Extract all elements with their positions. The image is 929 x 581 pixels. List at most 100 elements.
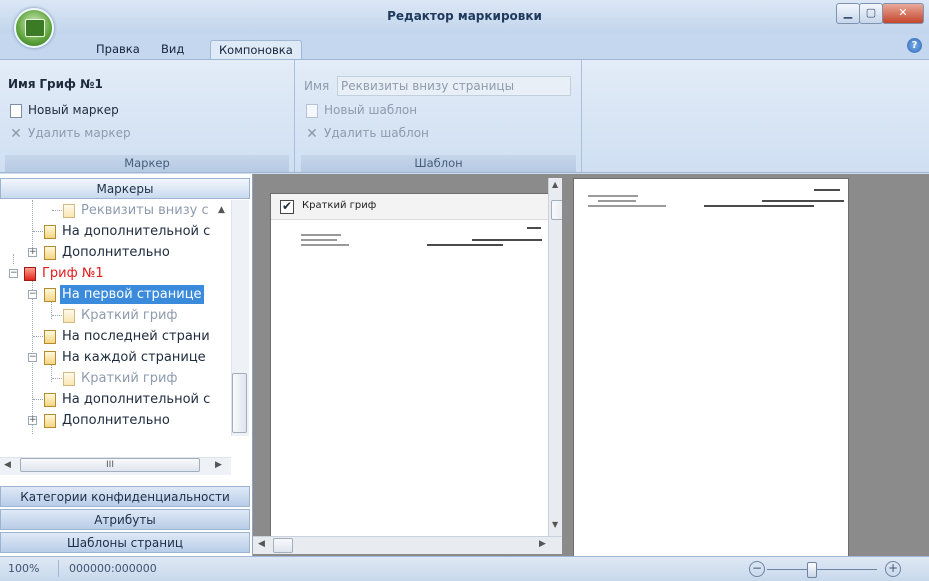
document-icon [63, 372, 75, 386]
tree-item-stamp-1[interactable]: − Гриф №1 [0, 263, 231, 284]
scroll-right-icon[interactable]: ▶ [215, 460, 222, 470]
help-icon[interactable]: ? [907, 38, 922, 53]
scroll-left-icon[interactable]: ◀ [258, 539, 265, 549]
tree-item-requisites-bottom[interactable]: Реквизиты внизу с ▲ [0, 200, 231, 221]
tree-item-additional-page-2[interactable]: На дополнительной с [0, 389, 231, 410]
tree-item-short-stamp-2[interactable]: Краткий гриф [0, 368, 231, 389]
close-button[interactable]: ✕ [882, 3, 924, 24]
tab-layout[interactable]: Компоновка [210, 40, 302, 61]
tree-item-label: Краткий гриф [81, 308, 178, 323]
stamp-red-icon [24, 267, 36, 281]
tree-item-label: Реквизиты внизу с [81, 203, 209, 218]
tree-line [33, 399, 43, 400]
collapse-minus-icon[interactable]: − [28, 353, 37, 362]
template-group: Имя Реквизиты внизу страницы Новый шабло… [296, 60, 582, 172]
tree-item-label: Краткий гриф [81, 371, 178, 386]
preview-text-line [598, 200, 636, 202]
status-separator [58, 560, 59, 577]
preview-text-line [704, 205, 814, 207]
scroll-left-icon[interactable]: ◀ [4, 460, 11, 470]
document-icon [306, 104, 318, 118]
page-preview[interactable] [573, 178, 849, 558]
preview-text-line [301, 234, 341, 236]
tree-item-first-page[interactable]: − На первой странице [0, 284, 231, 305]
delete-x-icon: ✕ [10, 126, 22, 142]
markers-panel: Маркеры Реквизиты внизу с ▲ На дополните… [0, 174, 253, 556]
zoom-slider-track[interactable] [767, 569, 877, 570]
tree-item-label: Гриф №1 [42, 266, 104, 281]
collapse-minus-icon[interactable]: − [28, 290, 37, 299]
marker-name-caption: Имя Гриф №1 [8, 77, 103, 91]
tree-item-last-page[interactable]: На последней страни [0, 326, 231, 347]
app-orb-inner [25, 19, 45, 37]
marker-group-label: Маркер [5, 155, 289, 172]
scroll-up-icon[interactable]: ▲ [552, 180, 558, 189]
tree-line [52, 210, 62, 211]
new-template-label: Новый шаблон [324, 103, 418, 117]
preview-text-lines [297, 224, 547, 259]
document-icon [44, 393, 56, 407]
marker-name-value[interactable]: Гриф №1 [39, 77, 103, 91]
document-icon [63, 204, 75, 218]
scroll-down-icon[interactable]: ▼ [552, 520, 558, 529]
minimize-button[interactable]: ▁ [836, 3, 860, 24]
page-preview-text-lines [584, 187, 844, 217]
checkbox-icon[interactable]: ✔ [280, 200, 294, 214]
short-stamp-preview[interactable]: ✔ Краткий гриф [270, 193, 550, 538]
scroll-up-icon[interactable]: ▲ [218, 200, 225, 221]
page-templates-header[interactable]: Шаблоны страниц [0, 532, 250, 553]
document-icon [44, 246, 56, 260]
tree-item-each-page[interactable]: − На каждой странице [0, 347, 231, 368]
tree-item-label: На дополнительной с [62, 392, 211, 407]
minimize-icon: ▁ [843, 6, 853, 19]
preview-text-line [588, 195, 638, 197]
preview-text-line [527, 227, 541, 229]
attributes-header[interactable]: Атрибуты [0, 509, 250, 530]
preview-text-line [588, 205, 666, 207]
close-icon: ✕ [898, 6, 908, 19]
tree-item-additional-2[interactable]: + Дополнительно [0, 410, 231, 431]
ribbon-tab-bar: Правка Вид Компоновка [0, 34, 929, 61]
markers-header[interactable]: Маркеры [0, 178, 250, 199]
tree-item-additional-page[interactable]: На дополнительной с [0, 221, 231, 242]
maximize-button[interactable]: ▢ [859, 3, 883, 24]
document-icon [10, 104, 22, 118]
preview-horizontal-scrollbar[interactable]: ◀ ▶ [253, 536, 562, 554]
maximize-icon: ▢ [865, 6, 877, 19]
tree-item-additional[interactable]: + Дополнительно [0, 242, 231, 263]
template-name-caption: Имя [304, 79, 330, 93]
preview-vertical-scrollbar[interactable]: ▲ ▼ [548, 178, 563, 536]
zoom-in-icon[interactable]: + [885, 561, 901, 577]
zoom-out-icon[interactable]: − [749, 561, 765, 577]
expand-plus-icon[interactable]: + [28, 248, 37, 257]
confidentiality-categories-header[interactable]: Категории конфиденциальности [0, 486, 250, 507]
tree-line [33, 231, 43, 232]
tree-horizontal-scroll-thumb[interactable]: III [20, 458, 200, 472]
tree-line [33, 336, 43, 337]
tree-vertical-scroll-thumb[interactable] [232, 373, 247, 433]
expand-plus-icon[interactable]: + [28, 416, 37, 425]
delete-template-label: Удалить шаблон [324, 126, 429, 140]
tree-item-label: На дополнительной с [62, 224, 211, 239]
template-name-field[interactable]: Реквизиты внизу страницы [337, 76, 571, 96]
collapse-minus-icon[interactable]: − [9, 269, 18, 278]
tree-item-label: На каждой странице [62, 350, 206, 365]
app-orb-icon[interactable] [14, 8, 54, 48]
short-stamp-label: Краткий гриф [302, 200, 377, 211]
tab-view[interactable]: Вид [153, 40, 192, 60]
delete-marker-label: Удалить маркер [28, 126, 131, 140]
delete-x-icon: ✕ [306, 126, 318, 142]
zoom-level: 100% [8, 562, 40, 575]
zoom-slider-thumb[interactable] [807, 562, 817, 578]
scroll-right-icon[interactable]: ▶ [539, 539, 546, 549]
marker-group: Имя Гриф №1 Новый маркер ✕ Удалить марке… [0, 60, 295, 172]
preview-horizontal-scroll-thumb[interactable] [273, 538, 293, 553]
tree-item-label: Дополнительно [62, 245, 170, 260]
tree-line [52, 378, 62, 379]
tree-item-label: Дополнительно [62, 413, 170, 428]
document-icon [44, 414, 56, 428]
document-icon [44, 351, 56, 365]
preview-text-line [472, 239, 542, 241]
tree-item-short-stamp[interactable]: Краткий гриф [0, 305, 231, 326]
tab-edit[interactable]: Правка [88, 40, 148, 60]
